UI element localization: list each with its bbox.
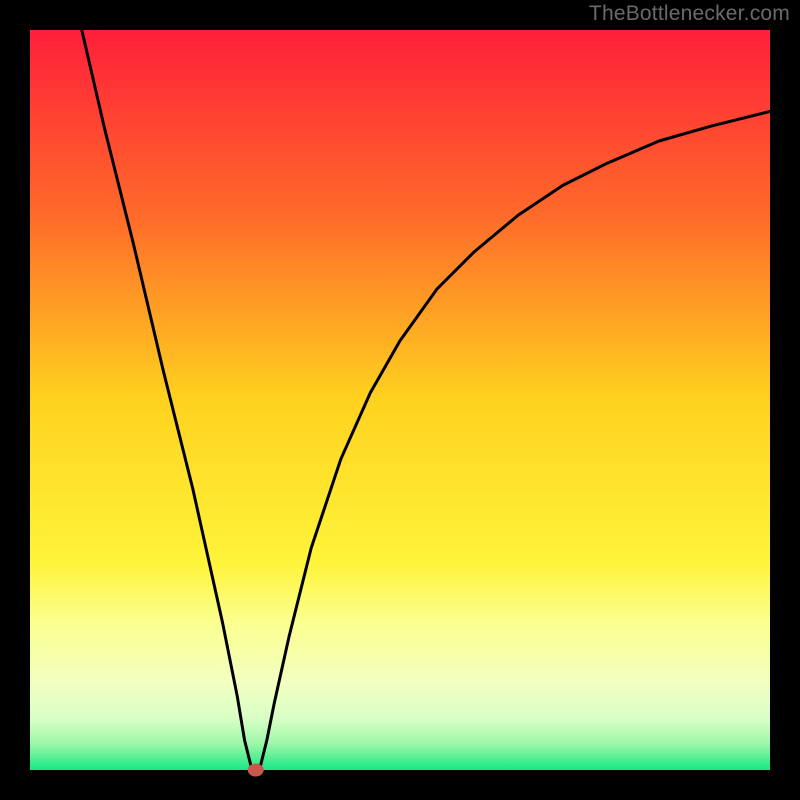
optimum-marker bbox=[248, 764, 264, 777]
bottleneck-chart bbox=[0, 0, 800, 800]
chart-frame: TheBottlenecker.com bbox=[0, 0, 800, 800]
watermark-text: TheBottlenecker.com bbox=[589, 2, 790, 26]
